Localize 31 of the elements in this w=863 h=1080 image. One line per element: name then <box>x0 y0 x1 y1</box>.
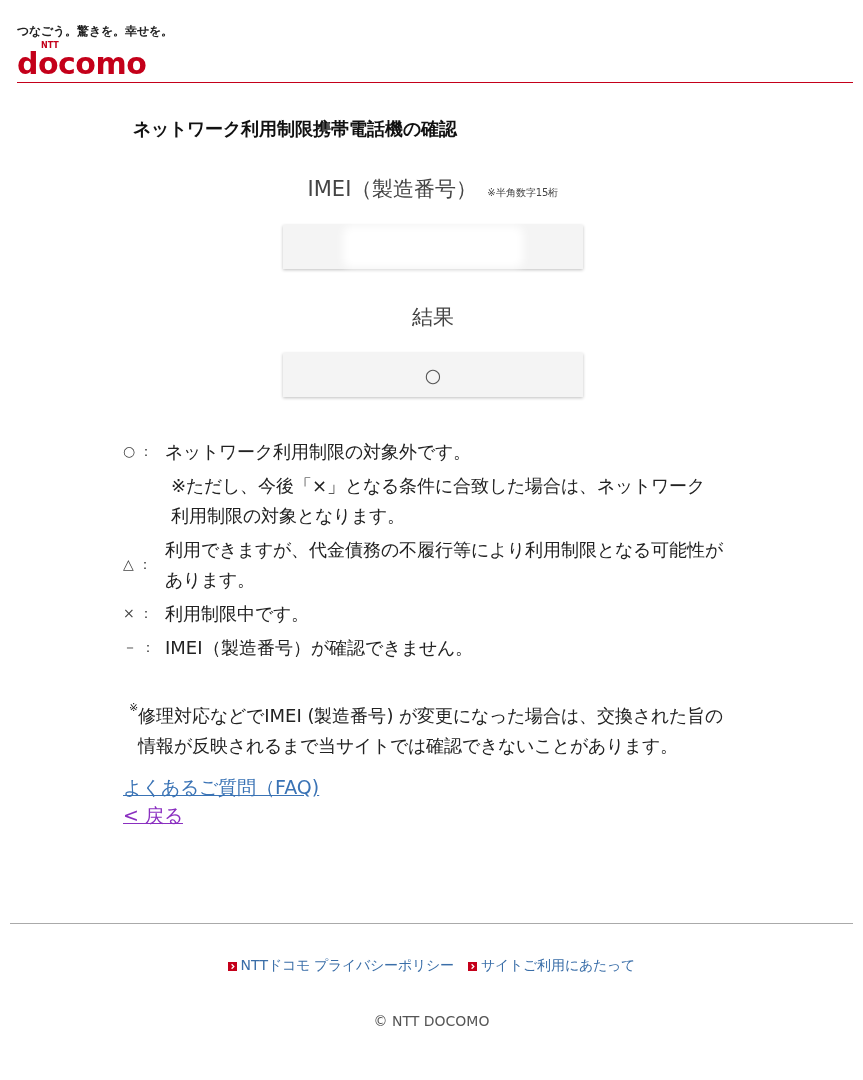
logo-ntt: NTT <box>41 41 59 50</box>
footnote-text: 修理対応などでIMEI (製造番号) が変更になった場合は、交換された旨の情報が反映されるまで当サイトでは確認できないことがあります。 <box>138 704 725 758</box>
legend-symbol: － <box>123 639 137 657</box>
legend-colon: ： <box>138 605 153 623</box>
legend-symbol: △ <box>123 556 134 574</box>
imei-hint: ※半角数字15桁 <box>487 186 559 200</box>
legend-colon: ： <box>141 639 155 657</box>
legend-colon: ： <box>139 443 154 461</box>
imei-label: IMEI（製造番号） <box>307 176 478 203</box>
legend-text: 利用制限中です。 <box>165 602 310 626</box>
legend-note: ※ただし、今後「×」となる条件に合致した場合は、ネットワーク利用制限の対象となります。 <box>171 474 707 528</box>
footer-link[interactable]: サイトご利用にあたって <box>468 957 636 975</box>
arrow-icon <box>227 961 237 971</box>
footer-link[interactable]: NTTドコモ プライバシーポリシー <box>227 957 455 975</box>
legend-text: IMEI（製造番号）が確認できません。 <box>165 636 474 660</box>
legend-text: ネットワーク利用制限の対象外です。 <box>165 440 472 464</box>
footnote-mark: ※ <box>129 701 139 714</box>
result-label: 結果 <box>412 304 454 331</box>
logo-wordmark: docomo <box>17 50 147 78</box>
arrow-icon <box>468 961 478 971</box>
text-link[interactable]: よくあるご質問（FAQ) <box>123 773 320 801</box>
result-field: ○ <box>283 353 583 397</box>
legend-symbol: × <box>123 605 135 623</box>
logo-tagline: つなごう。驚きを。幸せを。 <box>17 24 173 39</box>
text-link[interactable]: < 戻る <box>123 801 183 829</box>
imei-field[interactable] <box>283 225 583 269</box>
legend-colon: ： <box>137 556 152 574</box>
legend-text: 利用できますが、代金債務の不履行等により利用制限となる可能性があります。 <box>165 538 724 592</box>
legend-symbol: ○ <box>123 443 136 461</box>
copyright: © NTT DOCOMO <box>373 1013 490 1029</box>
page-title: ネットワーク利用制限携帯電話機の確認 <box>133 117 459 141</box>
